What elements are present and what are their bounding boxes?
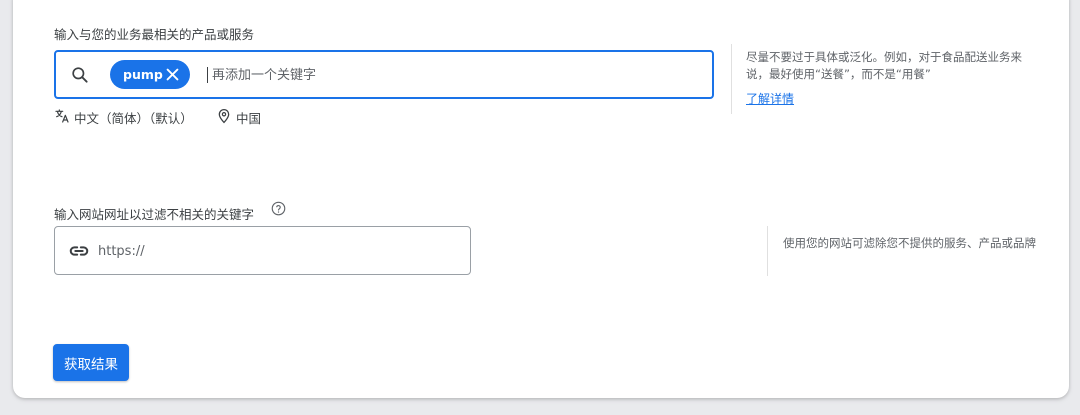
keyword-hint: 尽量不要过于具体或泛化。例如，对于食品配送业务来说，最好使用“送餐”，而不是“用… — [746, 50, 1022, 81]
location-pin-icon — [218, 108, 230, 124]
keyword-chip-label: pump — [123, 67, 163, 82]
keyword-planner-card: 输入与您的业务最相关的产品或服务 pump 中文（简体）（默认） 中国 尽量不要… — [13, 0, 1069, 398]
learn-more-link[interactable]: 了解详情 — [746, 90, 794, 107]
divider — [767, 226, 768, 276]
keyword-section-label: 输入与您的业务最相关的产品或服务 — [54, 27, 255, 42]
language-setting[interactable]: 中文（简体）（默认） — [74, 108, 193, 127]
search-icon — [72, 67, 88, 83]
add-keyword-input[interactable] — [212, 64, 652, 86]
close-icon[interactable] — [164, 66, 181, 83]
location-setting[interactable]: 中国 — [236, 108, 261, 127]
text-caret — [207, 67, 208, 83]
website-url-input[interactable] — [98, 240, 458, 262]
translate-icon — [55, 109, 69, 123]
keyword-input-box[interactable]: pump — [54, 50, 714, 99]
website-section-label: 输入网站网址以过滤不相关的关键字 — [54, 207, 255, 222]
website-url-box[interactable] — [54, 226, 471, 275]
keyword-chip: pump — [110, 60, 190, 89]
link-icon — [69, 246, 89, 256]
get-results-button[interactable]: 获取结果 — [53, 344, 129, 381]
help-circle-icon[interactable] — [271, 201, 286, 216]
website-hint: 使用您的网站可滤除您不提供的服务、产品或品牌 — [783, 236, 1036, 250]
divider — [731, 44, 732, 114]
